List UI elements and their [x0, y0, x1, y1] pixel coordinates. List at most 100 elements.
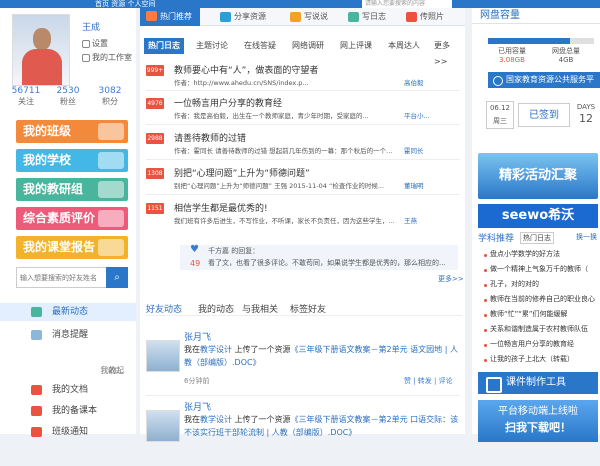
left-nav-latest[interactable]: 最新动态 [0, 303, 136, 321]
more-link[interactable]: 更多>> [438, 274, 464, 284]
post-meta: 别把“心理问题”上升为“师德问题” 王强 2015-11-04 “检查作业的时候… [174, 180, 424, 190]
recommend-item[interactable]: 关系和谐制造属于农村教师队伍 [484, 324, 598, 338]
post-item[interactable]: 1308 别把“心理问题”上升为“师德问题” 别把“心理问题”上升为“师德问题”… [146, 166, 460, 202]
recommend-item[interactable]: 做一个精神上气象万千的教师（ [484, 264, 598, 278]
storage-progress [488, 38, 594, 44]
feed-time: 6分钟前 [184, 377, 210, 385]
home-icon [82, 53, 90, 62]
subtab-survey[interactable]: 网络调研 [292, 38, 324, 54]
avatar[interactable] [12, 14, 70, 86]
category-link[interactable]: 教学设计 [200, 345, 232, 354]
my-school-button[interactable]: 我的学校 [16, 149, 128, 172]
reply-author[interactable]: 千方嘉 的回复： [208, 246, 259, 256]
my-class-button[interactable]: 我的班级 [16, 120, 128, 143]
my-lesson-book-link[interactable]: 我的备课本 [0, 402, 136, 420]
recommend-item[interactable]: 让我的孩子上北大（转载） [484, 354, 598, 368]
feed-tab-mine[interactable]: 我的动态 [198, 302, 234, 315]
profile-stats: 56711 关注 2530 粉丝 3082 积分 [6, 86, 130, 112]
subtab-hot-blogs[interactable]: 热门日志 [144, 38, 184, 54]
post-author[interactable]: 董瑞明 [404, 180, 424, 190]
message-icon [31, 330, 42, 340]
stat-points[interactable]: 3082 积分 [90, 86, 130, 107]
my-research-group-button[interactable]: 我的教研组 [16, 178, 128, 201]
tab-share[interactable]: 分享资源 [220, 8, 266, 26]
top-nav[interactable]: 首页 资源 个人空间 [95, 0, 155, 8]
post-meta: 我们班有许多后进生，不写作业，不听课，家长不负责任，因为这些学生，... 王燕 [174, 215, 417, 225]
resource-thumbnail[interactable] [146, 340, 180, 372]
seewo-banner[interactable]: seewo希沃 [478, 204, 598, 228]
post-author[interactable]: 平台小... [404, 110, 430, 120]
storage-fill [488, 38, 570, 44]
post-title[interactable]: 相信学生都是最优秀的! [174, 201, 268, 214]
friend-search-input[interactable] [17, 268, 107, 287]
resource-thumbnail[interactable] [146, 410, 180, 442]
my-docs-link[interactable]: 我的文档 [0, 381, 136, 399]
feed-author[interactable]: 张月飞 [184, 400, 211, 413]
post-item[interactable]: 2988 请善待教师的过错 作者：霍同长 请善待教师的过错 想起前几年伤到的一幕… [146, 131, 460, 167]
chat-icon [290, 12, 301, 22]
right-sidebar: 网盘容量 已用容量 3.08GB 网盘总量 4GB 国家教育资源公共服务平台 06.… [472, 8, 600, 442]
subtab-more[interactable]: 更多>> [434, 38, 462, 66]
post-author[interactable]: 霍同长 [404, 145, 424, 155]
top-tabs: 热门推荐 分享资源 写说说 写日志 传照片 [140, 8, 465, 26]
recommend-item[interactable]: 盘点小学数学的好方法 [484, 249, 598, 263]
tab-photo[interactable]: 传照片 [406, 8, 444, 26]
feed-tab-related[interactable]: 与我相关 [242, 302, 278, 315]
recommend-item[interactable]: 教师在当前的修养自己的职业良心 [484, 294, 598, 308]
post-item[interactable]: 1151 相信学生都是最优秀的! 我们班有许多后进生，不写作业，不听课，家长不负… [146, 201, 460, 237]
recommend-dropdown[interactable]: 热门日志 [520, 232, 554, 244]
post-title[interactable]: 别把“心理问题”上升为“师德问题” [174, 166, 310, 179]
courseware-tool-button[interactable]: 课件制作工具 [478, 372, 598, 394]
classroom-report-button[interactable]: 我的课堂报告 [16, 236, 128, 259]
sub-tabs: 热门日志 主题讨论 在线答疑 网络调研 网上评课 本周达人 更多>> [144, 38, 462, 66]
post-author[interactable]: 王燕 [404, 215, 417, 225]
quality-evaluation-button[interactable]: 综合素质评价 [16, 207, 128, 230]
refresh-link[interactable]: 换一换 [576, 232, 597, 242]
recommend-item[interactable]: 一位畅言用户分享的教育经 [484, 339, 598, 353]
days-counter: DAYS 12 [576, 103, 596, 125]
activities-banner[interactable]: 精彩活动汇聚 [478, 153, 598, 199]
recommend-item[interactable]: 教师“忙”“累”们何能缓解 [484, 309, 598, 323]
featured-reply[interactable]: ♥ 49 千方嘉 的回复： 看了文，也看了很多评论。不敢苟同，如果说学生都是优秀… [180, 244, 458, 270]
subtab-topics[interactable]: 主题讨论 [196, 38, 228, 54]
top-search-input[interactable]: 请输入您要搜索的内容 [362, 0, 452, 8]
subtab-stars[interactable]: 本周达人 [388, 38, 420, 54]
heart-icon[interactable]: ♥ [190, 244, 204, 258]
tab-blog[interactable]: 写日志 [348, 8, 386, 26]
workspace-link[interactable]: 我的工作室 [82, 52, 132, 63]
left-nav-messages[interactable]: 消息提醒 [0, 326, 136, 344]
feed-description: 我在教学设计 上传了一个资源《三年级下册语文教案－第2单元 口语交际：该不该实行… [184, 415, 459, 437]
sign-in-widget: 06.12 周三 已签到 DAYS 12 [486, 101, 598, 129]
search-icon: ⌕ [114, 272, 120, 283]
class-notice-link[interactable]: 班级通知 [0, 423, 136, 441]
mobile-app-promo[interactable]: 平台移动端上线啦 扫我下载吧！ [478, 400, 598, 442]
post-author[interactable]: 高伯毅 [404, 77, 424, 87]
report-icon [98, 239, 124, 256]
feed-author[interactable]: 张月飞 [184, 330, 211, 343]
category-link[interactable]: 教学设计 [200, 415, 232, 424]
tab-shuoshuo[interactable]: 写说说 [290, 8, 328, 26]
signed-in-button[interactable]: 已签到 [518, 103, 570, 127]
feed-actions[interactable]: 赞 | 转发 | 评论 [404, 376, 453, 386]
evaluation-icon [98, 210, 124, 227]
book-icon [31, 406, 42, 416]
subtab-review[interactable]: 网上评课 [340, 38, 372, 54]
post-item[interactable]: 4976 一位畅言用户分享的教育经 作者：我是高伯毅，出生在一个教师家庭，青少年… [146, 96, 460, 132]
feed-tab-friends[interactable]: 好友动态 [146, 302, 182, 315]
settings-link[interactable]: 设置 [82, 38, 108, 49]
tab-hot[interactable]: 热门推荐 [140, 8, 200, 26]
group-icon [98, 181, 124, 198]
recommend-item[interactable]: 孔子，对的对的 [484, 279, 598, 293]
feed-tab-tagged[interactable]: 标签好友 [290, 302, 326, 315]
post-title[interactable]: 请善待教师的过错 [174, 131, 246, 144]
post-item[interactable]: 999+ 教师要心中有“人”，做表面的守望者 作者：http://www.ahe… [146, 63, 460, 99]
collapse-toggle[interactable]: 收起 [108, 365, 124, 376]
profile-name[interactable]: 王成 [82, 20, 100, 33]
service-platform-link[interactable]: 国家教育资源公共服务平台 [488, 72, 600, 100]
post-title[interactable]: 教师要心中有“人”，做表面的守望者 [174, 63, 318, 76]
search-button[interactable]: ⌕ [106, 267, 128, 288]
post-title[interactable]: 一位畅言用户分享的教育经 [174, 96, 282, 109]
subtab-qa[interactable]: 在线答疑 [244, 38, 276, 54]
stat-fans[interactable]: 2530 粉丝 [48, 86, 88, 107]
stat-follow[interactable]: 56711 关注 [6, 86, 46, 107]
